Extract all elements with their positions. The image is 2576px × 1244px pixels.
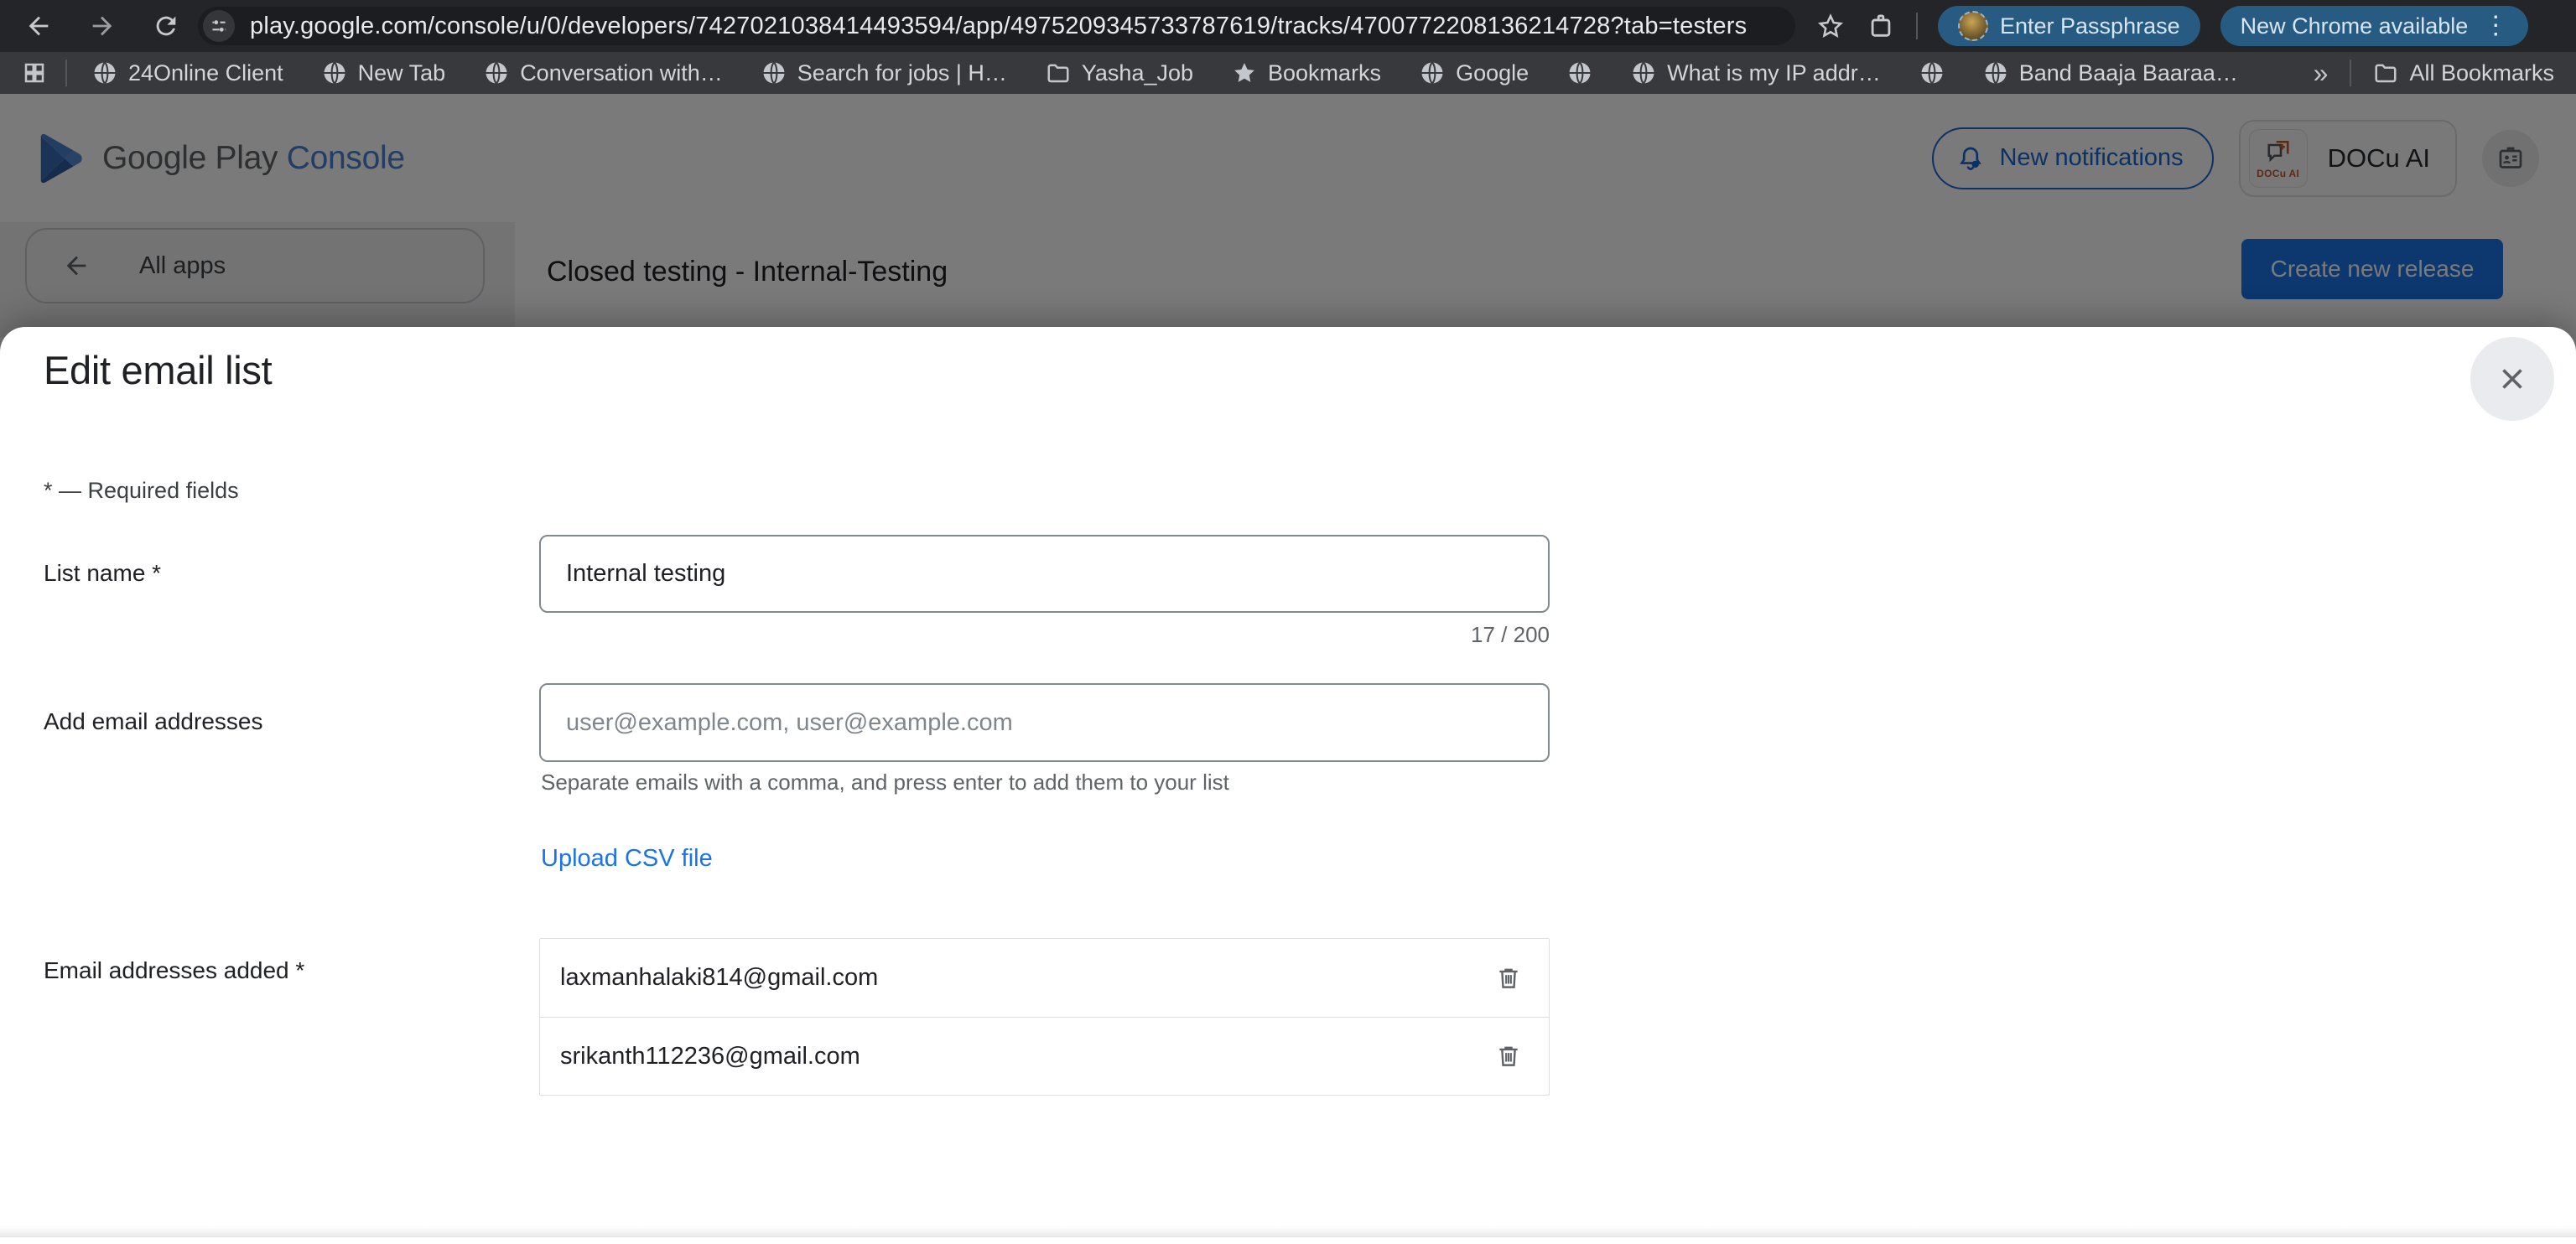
close-button[interactable] [2470,337,2554,421]
add-email-addresses-label: Add email addresses [44,708,262,735]
globe-icon [1631,60,1656,86]
bookmark-item[interactable]: Search for jobs | H… [761,60,1007,86]
bookmark-item[interactable] [1919,60,1945,86]
back-icon[interactable] [23,11,54,41]
new-chrome-available-button[interactable]: New Chrome available ⋮ [2220,6,2529,46]
bookmark-items: 24Online Client New Tab Conversation wit… [92,60,2277,86]
bookmark-item[interactable]: Google [1420,60,1529,86]
extensions-icon[interactable] [1866,11,1896,41]
trash-icon [1494,1042,1523,1070]
all-bookmarks-label: All Bookmarks [2409,60,2554,86]
browser-toolbar: play.google.com/console/u/0/developers/7… [0,0,2576,52]
globe-icon [1919,60,1945,86]
bookmark-item[interactable]: Yasha_Job [1046,60,1193,86]
delete-email-button[interactable] [1490,960,1527,997]
bookmark-label: What is my IP addr… [1667,60,1881,86]
add-email-addresses-input[interactable] [539,683,1550,762]
apps-grid-button[interactable] [22,60,47,86]
globe-icon [322,60,347,86]
divider [65,60,67,86]
globe-icon [1420,60,1445,86]
enter-passphrase-button[interactable]: Enter Passphrase [1938,6,2200,46]
bookmark-label: Bookmarks [1268,60,1381,86]
bookmarks-bar: 24Online Client New Tab Conversation wit… [0,52,2576,94]
bookmark-item[interactable] [1567,60,1592,86]
bookmark-item[interactable]: New Tab [322,60,446,86]
modal-title: Edit email list [44,347,272,393]
play-console-page: Google Play Console New notifications DO… [0,94,2576,1244]
folder-icon [1046,60,1071,86]
trash-icon [1494,964,1523,993]
bookmark-label: Yasha_Job [1082,60,1193,86]
bookmark-item[interactable]: 24Online Client [92,60,283,86]
globe-icon [1567,60,1592,86]
bookmark-item[interactable]: Bookmarks [1232,60,1381,86]
url-bar[interactable]: play.google.com/console/u/0/developers/7… [198,7,1795,45]
close-icon [2495,361,2530,397]
apps-grid-icon [22,60,47,86]
bookmark-label: 24Online Client [128,60,283,86]
divider [2350,60,2351,86]
all-bookmarks-button[interactable]: All Bookmarks [2373,60,2554,86]
bookmark-star-icon[interactable] [1815,11,1846,41]
bookmark-label: New Tab [358,60,446,86]
delete-email-button[interactable] [1490,1038,1527,1075]
star-icon [1232,60,1257,86]
profile-avatar [1958,11,1988,41]
bookmark-label: Band Baaja Baaraa… [2019,60,2238,86]
upload-csv-link[interactable]: Upload CSV file [541,845,713,873]
folder-icon [2373,60,2398,86]
enter-passphrase-label: Enter Passphrase [2000,13,2180,39]
email-list-item: srikanth112236@gmail.com [540,1017,1549,1095]
edit-email-list-modal: Edit email list * — Required fields List… [0,327,2576,1244]
bookmarks-overflow-icon[interactable]: » [2314,58,2329,89]
bookmark-label: Conversation with… [520,60,723,86]
email-addresses-added-label: Email addresses added * [44,957,304,984]
email-input-helper-text: Separate emails with a comma, and press … [541,770,1229,796]
browser-menu-icon[interactable]: ⋮ [2480,13,2508,39]
bookmarks-right: » All Bookmarks [2314,58,2554,89]
site-info-icon[interactable] [203,10,235,42]
url-text[interactable]: play.google.com/console/u/0/developers/7… [250,13,1747,40]
toolbar-right: Enter Passphrase New Chrome available ⋮ [1815,6,2528,46]
email-list-item: laxmanhalaki814@gmail.com [540,939,1549,1017]
modal-footer-strip [0,1237,2576,1244]
bookmark-item[interactable]: Band Baaja Baaraa… [1983,60,2238,86]
globe-icon [761,60,787,86]
bookmark-label: Search for jobs | H… [797,60,1007,86]
reload-icon[interactable] [151,11,181,41]
globe-icon [92,60,117,86]
bookmark-label: Google [1456,60,1529,86]
modal-footer-divider [0,1226,2576,1237]
added-emails-list: laxmanhalaki814@gmail.com srikanth112236… [539,938,1550,1096]
character-counter: 17 / 200 [539,622,1550,648]
email-address: laxmanhalaki814@gmail.com [560,964,878,992]
globe-icon [484,60,509,86]
divider [1916,13,1918,39]
required-fields-note: * — Required fields [44,478,239,504]
forward-icon[interactable] [87,11,117,41]
bookmark-item[interactable]: Conversation with… [484,60,723,86]
list-name-label: List name * [44,560,161,587]
globe-icon [1983,60,2008,86]
list-name-input[interactable] [539,535,1550,613]
email-address: srikanth112236@gmail.com [560,1043,860,1070]
bookmark-item[interactable]: What is my IP addr… [1631,60,1881,86]
new-chrome-label: New Chrome available [2241,13,2469,39]
